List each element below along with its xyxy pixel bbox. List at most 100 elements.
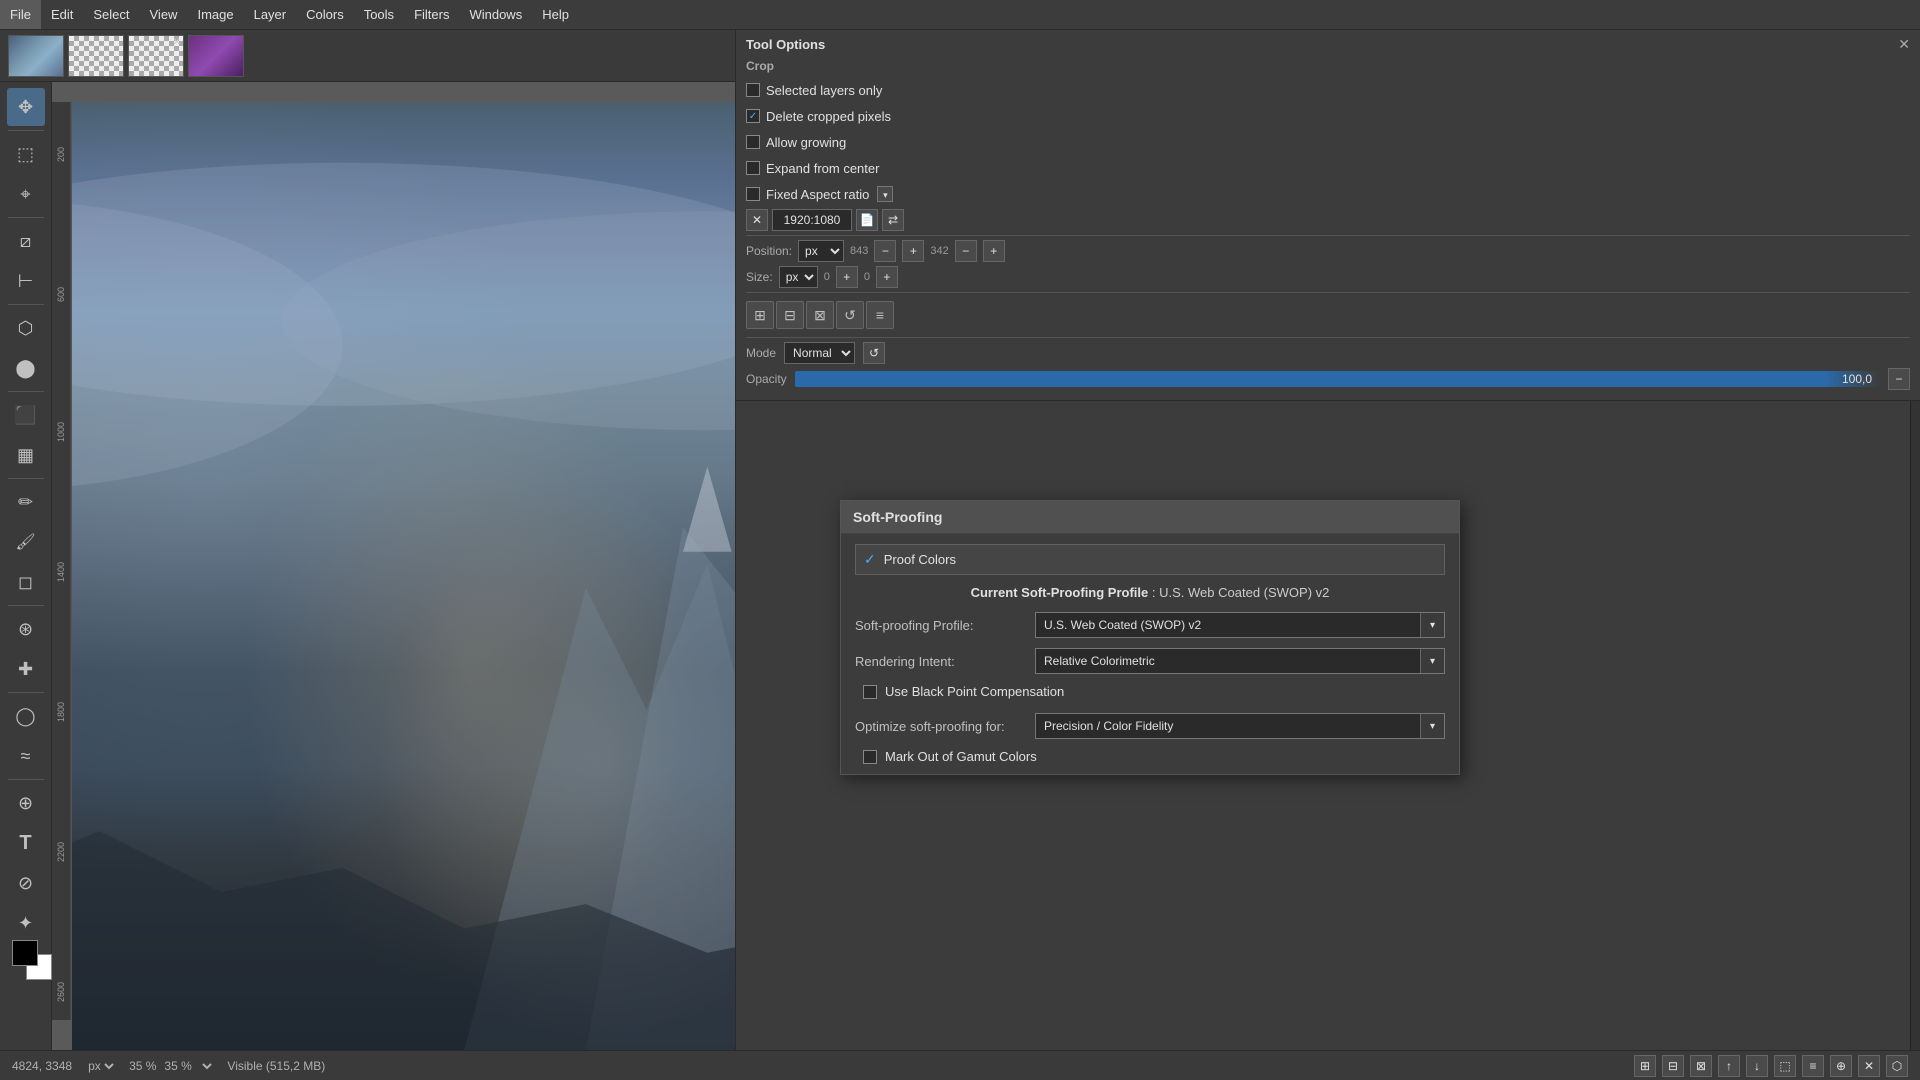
size-x-inc[interactable]: +: [836, 266, 858, 288]
fixed-aspect-label: Fixed Aspect ratio: [766, 187, 869, 202]
menu-layer[interactable]: Layer: [244, 0, 297, 29]
mode-select[interactable]: Normal Multiply Screen: [784, 342, 855, 364]
size-page-btn[interactable]: 📄: [856, 209, 878, 231]
menu-image[interactable]: Image: [187, 0, 243, 29]
opacity-value: 100,0: [1842, 368, 1872, 390]
tool-eyedropper[interactable]: ⊘: [7, 864, 45, 902]
foreground-color-swatch[interactable]: [12, 940, 38, 966]
statusbar-icon-4[interactable]: ↑: [1718, 1055, 1740, 1077]
size-swap-btn[interactable]: ⇄: [882, 209, 904, 231]
fixed-aspect-checkbox[interactable]: Fixed Aspect ratio ▾: [746, 186, 893, 202]
tool-eraser[interactable]: ◻: [7, 563, 45, 601]
statusbar-icon-2[interactable]: ⊟: [1662, 1055, 1684, 1077]
thumbnail-4[interactable]: [188, 35, 244, 77]
tool-options-panel: Tool Options ✕ Crop Selected layers only…: [736, 30, 1920, 401]
statusbar-icon-10[interactable]: ⬡: [1886, 1055, 1908, 1077]
opacity-dec-btn[interactable]: −: [1888, 368, 1910, 390]
statusbar-icon-5[interactable]: ↓: [1746, 1055, 1768, 1077]
tool-paths[interactable]: ✦: [7, 904, 45, 942]
fixed-aspect-cb[interactable]: [746, 187, 760, 201]
selected-layers-cb[interactable]: [746, 83, 760, 97]
menu-help[interactable]: Help: [532, 0, 579, 29]
statusbar-icon-8[interactable]: ⊕: [1830, 1055, 1852, 1077]
tool-clone[interactable]: ⊛: [7, 610, 45, 648]
close-thumb-icon[interactable]: ✕: [173, 37, 181, 48]
allow-growing-checkbox[interactable]: Allow growing: [746, 135, 846, 150]
thumbnail-1[interactable]: [8, 35, 64, 77]
bpc-checkbox[interactable]: [863, 685, 877, 699]
pos-y-value: 342: [930, 245, 948, 257]
tool-perspective[interactable]: ⬡: [7, 309, 45, 347]
mode-label: Mode: [746, 346, 776, 360]
soft-proofing-title: Soft-Proofing: [853, 509, 942, 525]
expand-center-checkbox[interactable]: Expand from center: [746, 161, 879, 176]
gamut-checkbox[interactable]: [863, 750, 877, 764]
menubar: File Edit Select View Image Layer Colors…: [0, 0, 1920, 30]
statusbar-icon-9[interactable]: ✕: [1858, 1055, 1880, 1077]
current-profile-value: U.S. Web Coated (SWOP) v2: [1159, 585, 1329, 600]
pos-x-dec[interactable]: −: [874, 240, 896, 262]
menu-windows[interactable]: Windows: [459, 0, 532, 29]
thumbnail-2[interactable]: [68, 35, 124, 77]
tool-gradient[interactable]: ▦: [7, 436, 45, 474]
tool-measure[interactable]: ⊢: [7, 262, 45, 300]
tool-pencil[interactable]: ✏: [7, 483, 45, 521]
proof-colors-row[interactable]: ✓ Proof Colors: [855, 544, 1445, 575]
size-x-value: 0: [824, 271, 830, 283]
pos-y-inc[interactable]: +: [983, 240, 1005, 262]
thumbnail-3[interactable]: ✕: [128, 35, 184, 77]
menu-select[interactable]: Select: [83, 0, 139, 29]
scrollbar-right[interactable]: [1910, 401, 1920, 1050]
unit-select[interactable]: px: [84, 1058, 117, 1074]
menu-colors[interactable]: Colors: [296, 0, 354, 29]
statusbar-icon-6[interactable]: ⬚: [1774, 1055, 1796, 1077]
mode-refresh-btn[interactable]: ↺: [863, 342, 885, 364]
soft-proofing-profile-select[interactable]: U.S. Web Coated (SWOP) v2 ▾: [1035, 612, 1445, 638]
size-clear-btn[interactable]: ✕: [746, 209, 768, 231]
tool-move[interactable]: ✥: [7, 88, 45, 126]
menu-edit[interactable]: Edit: [41, 0, 83, 29]
menu-file[interactable]: File: [0, 0, 41, 29]
grid-icon-btn[interactable]: ⊟: [776, 301, 804, 329]
zoom-select[interactable]: 35 % 50 % 100 %: [160, 1058, 215, 1074]
delete-cropped-cb[interactable]: [746, 109, 760, 123]
anchor-icon-btn[interactable]: ⊠: [806, 301, 834, 329]
selected-layers-checkbox[interactable]: Selected layers only: [746, 83, 882, 98]
menu-view[interactable]: View: [140, 0, 188, 29]
statusbar-icon-7[interactable]: ≡: [1802, 1055, 1824, 1077]
tool-bucket[interactable]: ⬛: [7, 396, 45, 434]
size-y-inc[interactable]: +: [876, 266, 898, 288]
tool-crop[interactable]: ⧄: [7, 222, 45, 260]
tool-lasso[interactable]: ⌖: [7, 175, 45, 213]
opacity-bar[interactable]: 100,0: [795, 368, 1880, 390]
size-input[interactable]: [772, 209, 852, 231]
statusbar-icon-3[interactable]: ⊠: [1690, 1055, 1712, 1077]
tool-zoom[interactable]: ⊕: [7, 784, 45, 822]
tool-paintbrush[interactable]: 🖌: [7, 523, 45, 561]
optimize-select[interactable]: Precision / Color Fidelity ▾: [1035, 713, 1445, 739]
allow-growing-cb[interactable]: [746, 135, 760, 149]
menu-filters[interactable]: Filters: [404, 0, 459, 29]
size-unit-select[interactable]: px %: [779, 266, 818, 288]
tool-text[interactable]: T: [7, 824, 45, 862]
soft-proofing-profile-arrow: ▾: [1420, 613, 1444, 637]
refresh-icon-btn[interactable]: ↺: [836, 301, 864, 329]
expand-center-cb[interactable]: [746, 161, 760, 175]
extra-icon-btn[interactable]: ≡: [866, 301, 894, 329]
tool-options-close[interactable]: ✕: [1898, 36, 1910, 53]
menu-tools[interactable]: Tools: [354, 0, 404, 29]
pos-y-dec[interactable]: −: [955, 240, 977, 262]
tool-smudge[interactable]: ≈: [7, 737, 45, 775]
tool-transform[interactable]: ⬤: [7, 349, 45, 387]
delete-cropped-checkbox[interactable]: Delete cropped pixels: [746, 109, 891, 124]
fixed-aspect-dropdown[interactable]: ▾: [877, 186, 893, 202]
tool-separator-1: [8, 130, 44, 131]
tool-heal[interactable]: ✚: [7, 650, 45, 688]
tool-rect-select[interactable]: ⬚: [7, 135, 45, 173]
position-unit-select[interactable]: px % mm: [798, 240, 844, 262]
layers-icon-btn[interactable]: ⊞: [746, 301, 774, 329]
rendering-intent-select[interactable]: Relative Colorimetric ▾: [1035, 648, 1445, 674]
statusbar-icon-1[interactable]: ⊞: [1634, 1055, 1656, 1077]
tool-dodge[interactable]: ◯: [7, 697, 45, 735]
pos-x-inc[interactable]: +: [902, 240, 924, 262]
